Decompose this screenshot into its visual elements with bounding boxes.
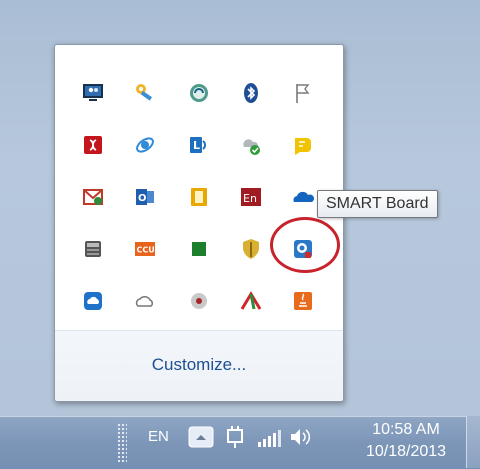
- cloud-sync-check-icon[interactable]: [238, 132, 264, 158]
- svg-text:O: O: [138, 193, 147, 204]
- show-hidden-icons-button[interactable]: [188, 425, 214, 449]
- toolkit-icon[interactable]: [80, 236, 106, 262]
- smart-board-tooltip: SMART Board: [317, 190, 438, 218]
- english-en-icon[interactable]: En: [238, 184, 264, 210]
- red-green-arrow-icon[interactable]: [238, 288, 264, 314]
- onedrive-cloud-icon[interactable]: [290, 184, 316, 210]
- svg-text:CCU: CCU: [137, 246, 155, 255]
- grey-app-icon[interactable]: [186, 288, 212, 314]
- svg-text:L: L: [193, 139, 200, 152]
- outline-cloud-icon[interactable]: [132, 288, 158, 314]
- language-indicator[interactable]: EN: [148, 428, 169, 445]
- network-globe-icon[interactable]: [186, 80, 212, 106]
- keys-icon[interactable]: [132, 80, 158, 106]
- shield-icon[interactable]: [238, 236, 264, 262]
- ie-icon[interactable]: [132, 132, 158, 158]
- java-icon[interactable]: [290, 288, 316, 314]
- power-plug-icon[interactable]: [224, 424, 246, 450]
- red-app-icon[interactable]: [80, 132, 106, 158]
- flag-icon[interactable]: [290, 80, 316, 106]
- yellow-chat-icon[interactable]: [290, 132, 316, 158]
- yellow-app-icon[interactable]: [186, 184, 212, 210]
- flyout-footer: Customize...: [55, 330, 343, 401]
- ccu-icon[interactable]: CCU: [132, 236, 158, 262]
- blue-cloud-icon[interactable]: [80, 288, 106, 314]
- bluetooth-icon[interactable]: [238, 80, 264, 106]
- green-square-icon[interactable]: [186, 236, 212, 262]
- svg-text:En: En: [243, 192, 257, 205]
- outlook-icon[interactable]: O: [132, 184, 158, 210]
- customize-link[interactable]: Customize...: [55, 355, 343, 375]
- network-signal-icon[interactable]: [256, 428, 282, 448]
- mail-icon[interactable]: [80, 184, 106, 210]
- show-desktop-button[interactable]: [466, 416, 480, 468]
- clock-time[interactable]: 10:58 AM: [358, 421, 454, 439]
- lync-icon[interactable]: L: [186, 132, 212, 158]
- monitor-users-icon[interactable]: [80, 80, 106, 106]
- highlight-circle: [270, 217, 340, 273]
- clock-date[interactable]: 10/18/2013: [358, 443, 454, 461]
- volume-speaker-icon[interactable]: [288, 426, 312, 448]
- taskbar-grip[interactable]: [117, 423, 127, 463]
